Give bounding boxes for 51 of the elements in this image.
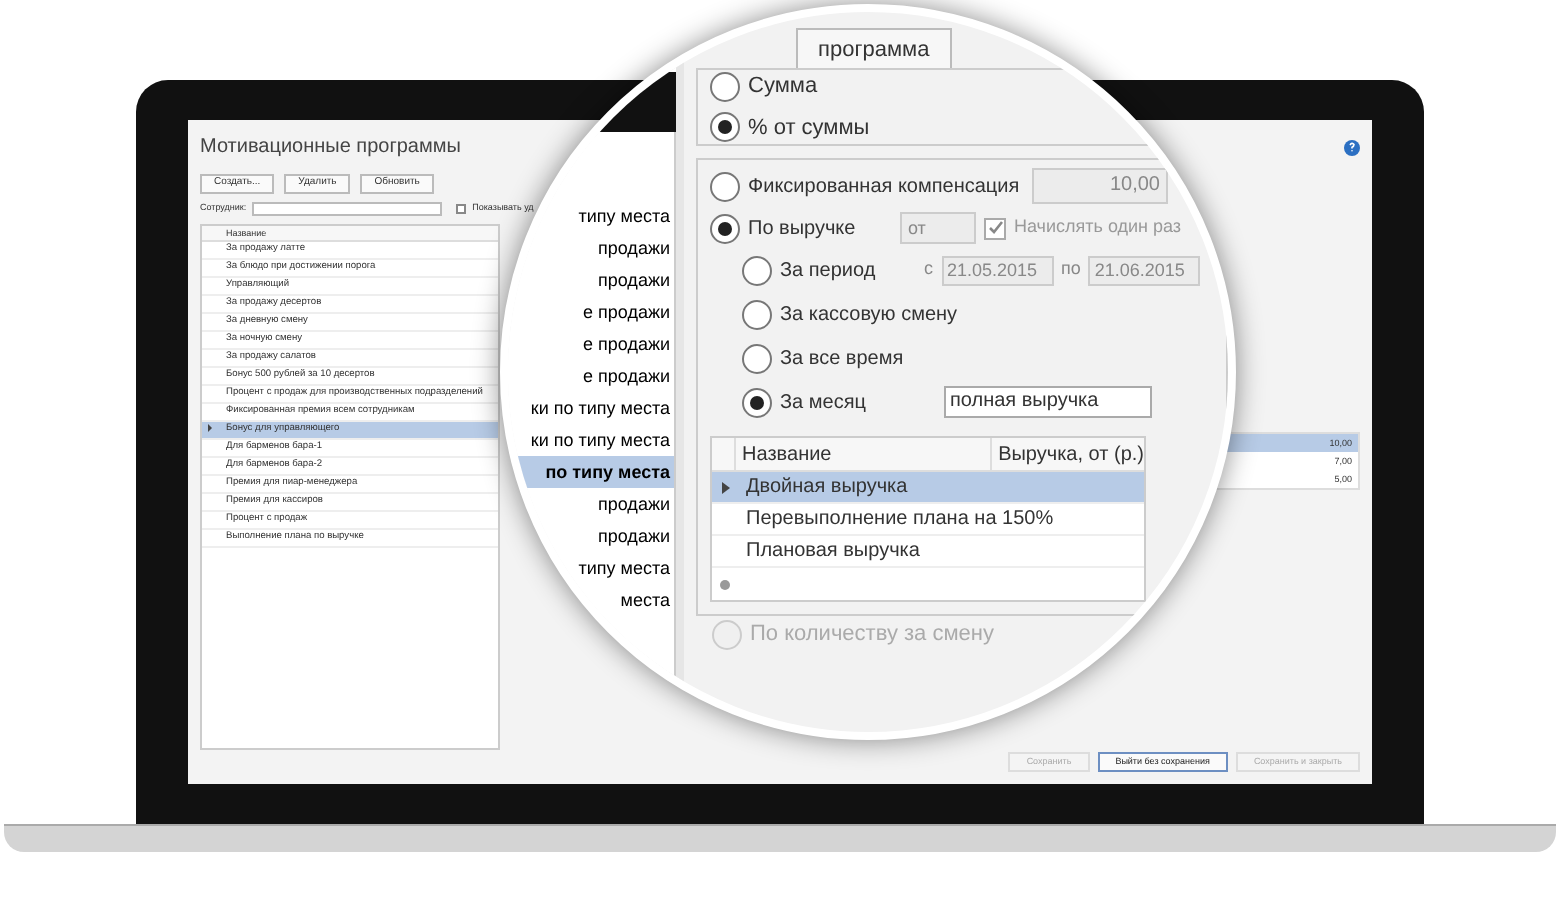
table-row[interactable]: Перевыполнение плана на 150% [712, 504, 1144, 536]
radio-button[interactable] [742, 343, 772, 373]
comment-text: продажи [598, 268, 670, 292]
comment-text: типу места [578, 204, 670, 228]
checkbox[interactable] [984, 217, 1006, 239]
checkbox[interactable] [456, 204, 467, 214]
radio-button[interactable] [710, 213, 740, 243]
new-row-icon [720, 579, 730, 589]
radio-label: Сумма [748, 72, 818, 102]
radio-label: По количеству за смену [750, 619, 994, 650]
comment-text: ки по типу места [530, 428, 670, 452]
revenue-name: Перевыполнение плана на 150% [744, 506, 1054, 534]
radio-button[interactable] [742, 387, 772, 417]
comment-text: е продажи [583, 332, 670, 356]
revenue-name: Плановая выручка [744, 538, 920, 566]
radio-button[interactable] [710, 112, 740, 143]
comment-text: е продажи [583, 364, 670, 388]
column-header: Название [736, 438, 993, 470]
comment-text: места [620, 588, 670, 612]
to-label: по [1061, 256, 1081, 283]
radio-label: За период [780, 257, 878, 285]
radio-button[interactable] [742, 299, 772, 329]
comment-text: ки по типу места [530, 396, 670, 420]
tab[interactable]: программа [796, 28, 952, 68]
radio-label: За все время [780, 345, 906, 373]
radio-label: По выручке [748, 215, 858, 243]
column-header: Выручка, от (р.) [996, 442, 1144, 470]
radio-button[interactable] [710, 71, 740, 102]
comment-text: е продажи [583, 300, 670, 324]
comment-text: типу места [578, 556, 670, 580]
comment-text: продажи [598, 236, 670, 260]
employee-field[interactable] [252, 202, 443, 216]
radio-button[interactable] [710, 171, 740, 201]
table-row[interactable]: Двойная выручка [712, 472, 1144, 504]
help-icon[interactable] [1344, 139, 1360, 155]
comment-text: продажи [598, 492, 670, 516]
radio-button[interactable] [742, 255, 772, 285]
radio-label: За кассовую смену [780, 301, 958, 329]
radio-label: % от суммы [748, 113, 870, 143]
radio-label: Фиксированная компенсация [748, 173, 1022, 201]
comment-text: продажи [598, 524, 670, 548]
revenue-name: Двойная выручка [744, 474, 908, 502]
table-row[interactable]: Плановая выручка [712, 536, 1144, 568]
revenue-select[interactable]: полная выручка [944, 386, 1152, 418]
row-pointer-icon [722, 481, 730, 493]
checkbox-label: Начислять один раз [1014, 214, 1182, 241]
from-label: с [924, 256, 933, 283]
radio-label: За месяц [780, 389, 868, 417]
comment-text: по типу места [545, 460, 670, 484]
row-pointer-icon [208, 424, 212, 432]
window-title: Мотивационные программы [200, 134, 461, 162]
